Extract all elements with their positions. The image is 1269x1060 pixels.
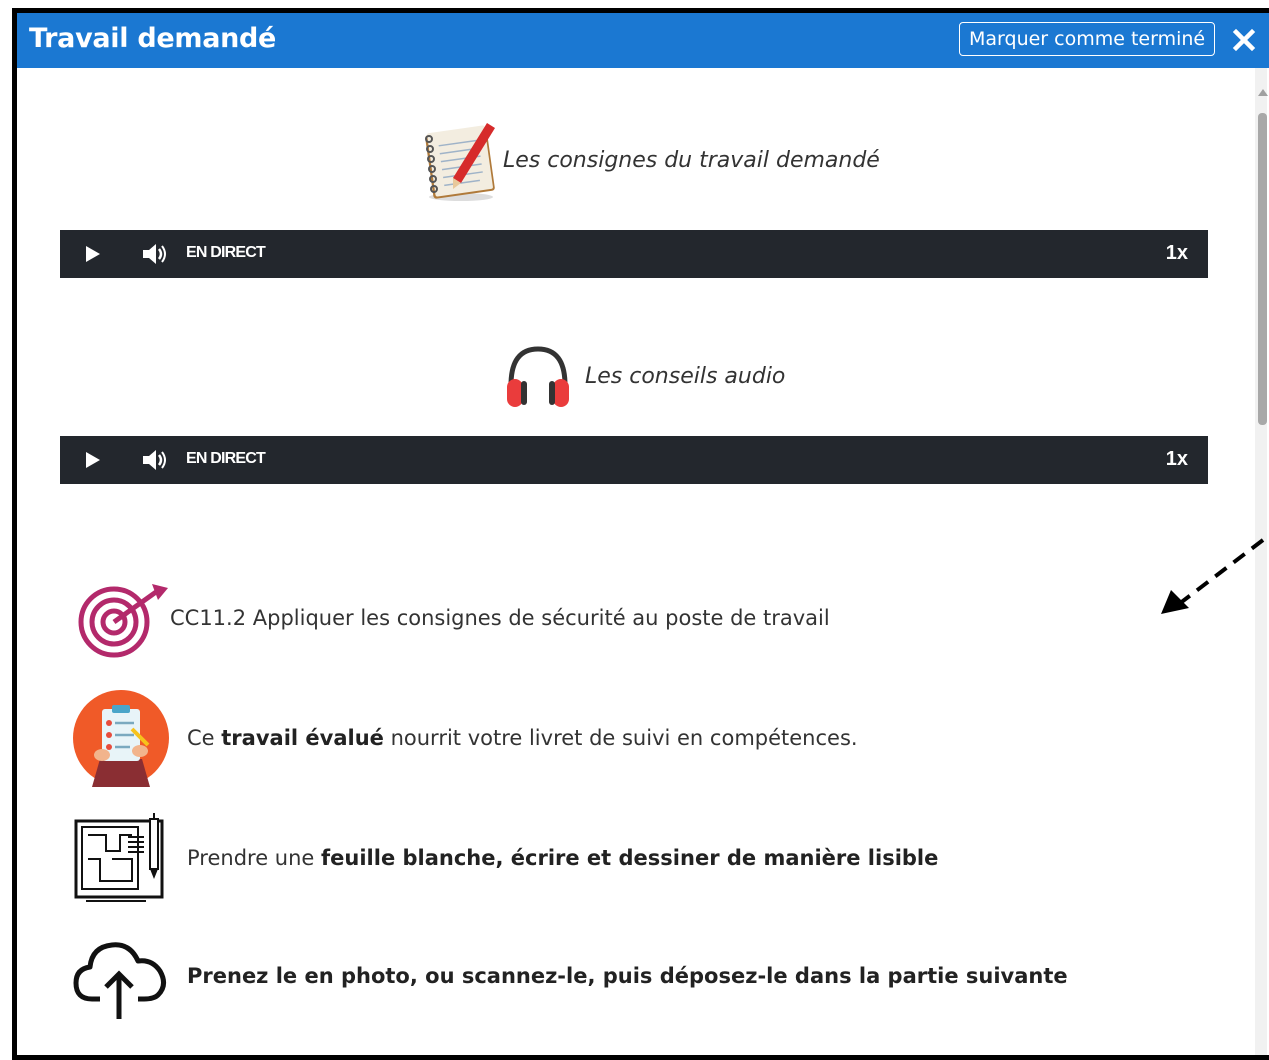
live-status: EN DIRECT [186,450,266,467]
play-icon[interactable] [85,245,101,263]
drawing-text-pre: Prendre une [187,846,322,870]
list-item-upload: Prenez le en photo, ou scannez-le, puis … [72,931,1068,1021]
mark-as-done-button[interactable]: Marquer comme terminé [959,22,1216,56]
close-icon [1232,28,1256,52]
assignment-panel: Travail demandé Marquer comme terminé Le… [12,8,1269,1060]
upload-text: Prenez le en photo, ou scannez-le, puis … [187,964,1068,988]
play-icon[interactable] [85,451,101,469]
dashed-arrow-annotation [1161,538,1265,614]
clipboard-checklist-icon [73,690,169,787]
close-button[interactable] [1231,27,1257,53]
audio-player-instructions: EN DIRECT 1x [60,230,1208,278]
list-item-evaluation: Ce travail évalué nourrit votre livret d… [72,689,858,787]
notebook-pencil-icon [425,123,495,201]
list-item-competence: CC11.2 Appliquer les consignes de sécuri… [72,578,830,658]
instructions-label: Les consignes du travail demandé [503,147,880,173]
evaluation-text-bold: travail évalué [221,726,384,750]
audio-tips-heading: Les conseils audio [503,341,785,411]
playback-speed-button[interactable]: 1x [1166,448,1188,471]
audio-player-tips: EN DIRECT 1x [60,436,1208,484]
list-item-drawing: Prendre une feuille blanche, écrire et d… [72,811,938,905]
volume-icon[interactable] [142,243,168,265]
playback-speed-button[interactable]: 1x [1166,242,1188,265]
scrollbar-thumb[interactable] [1258,113,1267,425]
evaluation-text: Ce travail évalué nourrit votre livret d… [187,726,858,750]
scroll-up-arrow[interactable] [1258,89,1268,96]
drawing-text: Prendre une feuille blanche, écrire et d… [187,846,938,870]
cloud-upload-icon [73,942,166,1019]
evaluation-text-post: nourrit votre livret de suivi en compéte… [383,726,858,750]
panel-header: Travail demandé Marquer comme terminé [17,13,1269,68]
audio-tips-label: Les conseils audio [585,363,786,389]
volume-icon[interactable] [142,449,168,471]
drawing-text-bold: feuille blanche, écrire et dessiner de m… [321,846,939,870]
upload-text-bold: Prenez le en photo, ou scannez-le, puis … [187,964,1068,988]
competence-text: CC11.2 Appliquer les consignes de sécuri… [170,606,830,630]
instructions-heading: Les consignes du travail demandé [417,117,880,203]
evaluation-text-pre: Ce [187,726,222,750]
panel-title: Travail demandé [29,23,277,54]
target-icon [78,584,168,658]
blueprint-drawing-icon [74,813,164,902]
headphones-icon [507,346,569,407]
live-status: EN DIRECT [186,244,266,261]
